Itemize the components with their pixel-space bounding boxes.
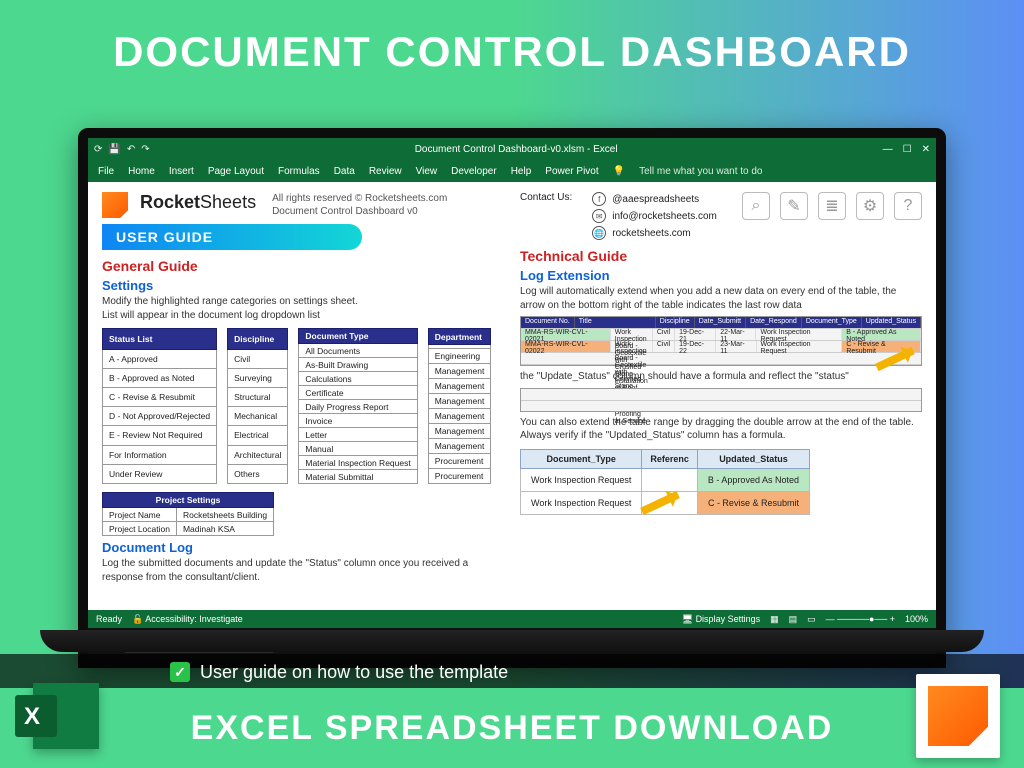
log-extension-heading: Log Extension xyxy=(520,268,922,283)
update-status-preview xyxy=(520,388,922,412)
rights-text: All rights reserved © Rocketsheets.com xyxy=(272,192,447,205)
tab-data[interactable]: Data xyxy=(334,166,355,177)
facebook-icon[interactable]: f xyxy=(592,192,606,206)
contact-web: rocketsheets.com xyxy=(612,228,690,239)
contact-mail: info@rocketsheets.com xyxy=(612,211,717,222)
department-table: Department Engineering Management Manage… xyxy=(428,328,492,484)
laptop-base xyxy=(40,630,984,652)
status-accessibility[interactable]: 🔓 Accessibility: Investigate xyxy=(132,614,243,625)
titlebar: ⟳ 💾 ↶ ↷ Document Control Dashboard-v0.xl… xyxy=(88,138,936,160)
ribbon-tabs: File Home Insert Page Layout Formulas Da… xyxy=(88,160,936,182)
document-type-table: Document Type All Documents As-Built Dra… xyxy=(298,328,417,484)
close-button[interactable]: ✕ xyxy=(922,144,930,155)
tell-me-icon[interactable]: 💡 xyxy=(613,166,625,177)
check-icon: ✓ xyxy=(170,662,190,682)
log-extension-text: Log will automatically extend when you a… xyxy=(520,285,922,312)
save-icon[interactable]: 💾 xyxy=(108,144,120,155)
maximize-button[interactable]: ☐ xyxy=(903,144,912,155)
settings-heading: Settings xyxy=(102,278,504,293)
settings-text: Modify the highlighted range categories … xyxy=(102,295,504,322)
tab-formulas[interactable]: Formulas xyxy=(278,166,320,177)
redo-icon[interactable]: ↷ xyxy=(141,144,149,155)
view-page-icon[interactable]: ▤ xyxy=(789,614,798,625)
tab-view[interactable]: View xyxy=(416,166,438,177)
mail-icon[interactable]: ✉ xyxy=(592,209,606,223)
overlay-caption: ✓ User guide on how to use the template xyxy=(0,654,1024,690)
rocketsheets-badge-icon xyxy=(916,674,1000,758)
user-guide-tab[interactable]: USER GUIDE xyxy=(102,224,362,250)
update-status-text: the "Update_Status" column should have a… xyxy=(520,370,922,384)
product-text: Document Control Dashboard v0 xyxy=(272,205,447,218)
dashboard-icon[interactable]: ⌕ xyxy=(742,192,770,220)
help-icon[interactable]: ? xyxy=(894,192,922,220)
document-log-heading: Document Log xyxy=(102,540,504,555)
edit-icon[interactable]: ✎ xyxy=(780,192,808,220)
window-title: Document Control Dashboard-v0.xlsm - Exc… xyxy=(415,144,618,155)
tab-review[interactable]: Review xyxy=(369,166,402,177)
tab-insert[interactable]: Insert xyxy=(169,166,194,177)
view-break-icon[interactable]: ▭ xyxy=(807,614,816,625)
statusbar: Ready 🔓 Accessibility: Investigate 🖥 Dis… xyxy=(88,610,936,628)
project-settings-table: Project Settings Project NameRocketsheet… xyxy=(102,492,274,536)
zoom-slider[interactable]: — ─────●── + xyxy=(826,614,895,624)
tab-help[interactable]: Help xyxy=(511,166,532,177)
tab-page-layout[interactable]: Page Layout xyxy=(208,166,264,177)
tell-me-input[interactable]: Tell me what you want to do xyxy=(639,166,762,177)
contact-fb: @aaespreadsheets xyxy=(612,194,699,205)
excel-window: ⟳ 💾 ↶ ↷ Document Control Dashboard-v0.xl… xyxy=(88,138,936,658)
view-normal-icon[interactable]: ▦ xyxy=(770,614,779,625)
log-extension-preview: Document No.Title DisciplineDate_Submitt… xyxy=(520,316,922,366)
brand-name: RocketSheets xyxy=(140,192,256,212)
banner-title: DOCUMENT CONTROL DASHBOARD xyxy=(0,0,1024,100)
extend-table-text: You can also extend the table range by d… xyxy=(520,416,922,443)
gear-icon[interactable]: ⚙ xyxy=(856,192,884,220)
tab-power-pivot[interactable]: Power Pivot xyxy=(545,166,598,177)
undo-icon[interactable]: ↶ xyxy=(127,144,135,155)
autosave-icon[interactable]: ⟳ xyxy=(94,144,102,155)
list-icon[interactable]: ≣ xyxy=(818,192,846,220)
discipline-table: Discipline Civil Surveying Structural Me… xyxy=(227,328,288,484)
rocketsheets-logo-icon xyxy=(102,192,128,218)
technical-guide-heading: Technical Guide xyxy=(520,248,922,264)
globe-icon[interactable]: 🌐 xyxy=(592,226,606,240)
tab-developer[interactable]: Developer xyxy=(451,166,497,177)
tab-file[interactable]: File xyxy=(98,166,114,177)
excel-logo-icon: X xyxy=(24,674,108,758)
document-log-text: Log the submitted documents and update t… xyxy=(102,557,504,584)
footer-band: EXCEL SPREADSHEET DOWNLOAD xyxy=(0,688,1024,768)
status-ready: Ready xyxy=(96,614,122,624)
laptop: ⟳ 💾 ↶ ↷ Document Control Dashboard-v0.xl… xyxy=(78,128,946,668)
minimize-button[interactable]: — xyxy=(883,144,893,155)
contact-label: Contact Us: xyxy=(520,192,572,203)
display-settings[interactable]: 🖥 Display Settings xyxy=(682,614,760,625)
zoom-level[interactable]: 100% xyxy=(905,614,928,624)
tab-home[interactable]: Home xyxy=(128,166,155,177)
general-guide-heading: General Guide xyxy=(102,258,504,274)
status-list-table: Status List A - Approved B - Approved as… xyxy=(102,328,217,484)
